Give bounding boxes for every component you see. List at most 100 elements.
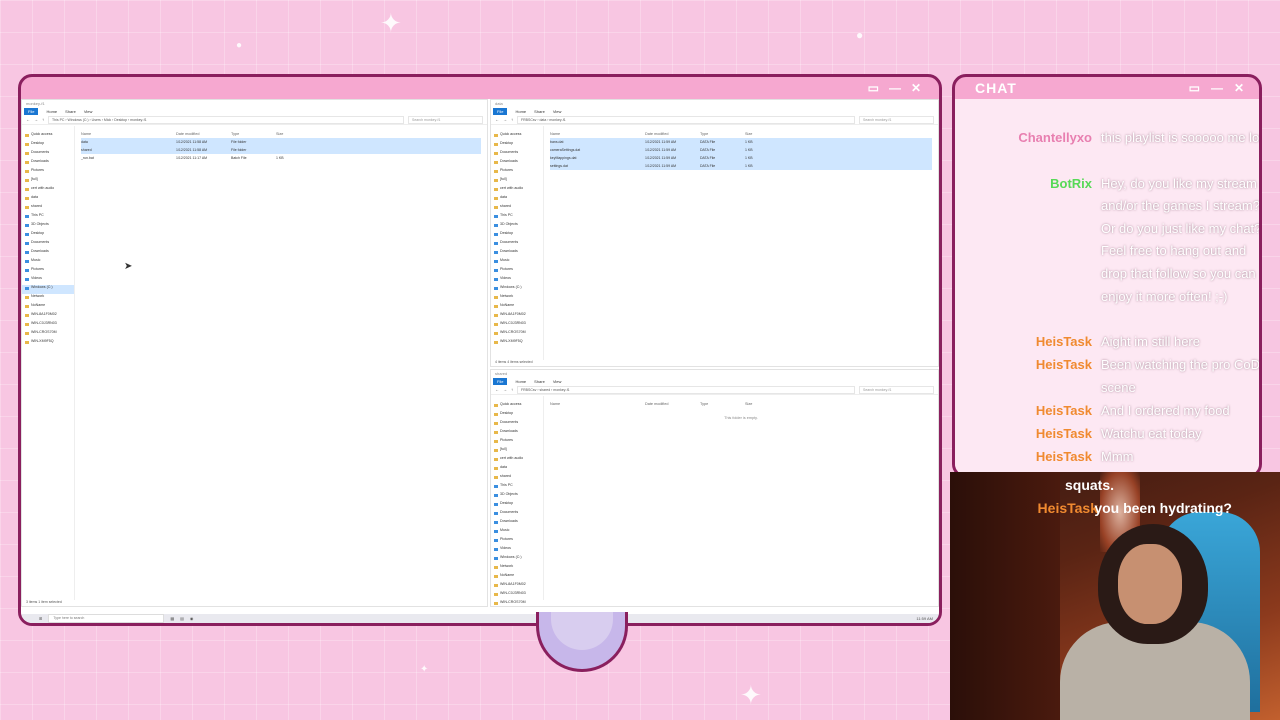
nav-item[interactable]: [full] [491, 447, 543, 456]
nav-item[interactable]: WIN-8A1F0M02 [491, 582, 543, 591]
nav-item[interactable]: cert with audio [22, 186, 74, 195]
nav-item[interactable]: Documents [491, 420, 543, 429]
explorer-window-shared[interactable]: shared File Home Share View ← → ↑ FRBSCs… [490, 369, 939, 607]
nav-item[interactable]: Desktop [22, 231, 74, 240]
nav-item[interactable]: This PC [491, 483, 543, 492]
tab-view[interactable]: View [553, 379, 562, 384]
column-type[interactable]: Type [231, 132, 276, 136]
nav-item[interactable]: Pictures [491, 438, 543, 447]
nav-item[interactable]: Documents [491, 240, 543, 249]
tab-share[interactable]: Share [534, 379, 545, 384]
nav-item[interactable]: Pictures [491, 537, 543, 546]
column-name[interactable]: Name [550, 402, 645, 406]
nav-item[interactable]: data [491, 465, 543, 474]
forward-arrow-icon[interactable]: → [503, 117, 507, 122]
back-arrow-icon[interactable]: ← [26, 117, 30, 122]
file-row[interactable]: settings.dat 1/12/2021 11:59 AM DATA File 1… [550, 162, 932, 170]
tab-share[interactable]: Share [534, 109, 545, 114]
nav-item[interactable]: Music [491, 258, 543, 267]
search-input[interactable]: Search monkey-f1 [859, 115, 934, 124]
nav-item[interactable]: Desktop [22, 141, 74, 150]
nav-item[interactable]: shared [491, 204, 543, 213]
tab-home[interactable]: Home [515, 379, 526, 384]
tab-home[interactable]: Home [46, 109, 57, 114]
nav-item[interactable]: Quick access [491, 132, 543, 141]
nav-item[interactable]: WIN-8A1F0M02 [22, 312, 74, 321]
up-arrow-icon[interactable]: ↑ [511, 387, 513, 392]
explorer-window-left[interactable]: monkey-f1 File Home Share View ← → ↑ Thi… [21, 99, 488, 607]
nav-item[interactable]: shared [491, 474, 543, 483]
file-row[interactable]: bans.dat 1/12/2021 11:59 AM DATA File 1 KB [550, 138, 932, 146]
nav-item[interactable]: cert with audio [491, 456, 543, 465]
nav-item[interactable]: Downloads [491, 159, 543, 168]
nav-item[interactable]: WIN-8A1F0M02 [491, 312, 543, 321]
nav-item[interactable]: WIN-C0J3RN03 [491, 591, 543, 600]
nav-item[interactable]: Pictures [491, 267, 543, 276]
tab-file[interactable]: File [24, 107, 39, 115]
nav-item[interactable]: NoName [491, 573, 543, 582]
search-input[interactable]: Search monkey-f1 [408, 115, 483, 124]
nav-item[interactable]: Network [22, 294, 74, 303]
nav-item[interactable]: [full] [491, 177, 543, 186]
nav-item[interactable]: data [22, 195, 74, 204]
nav-item[interactable]: Documents [491, 510, 543, 519]
nav-item[interactable]: This PC [22, 213, 74, 222]
address-input[interactable]: FRBSCsv › shared › monkey-f1 [517, 385, 855, 394]
nav-item[interactable]: Desktop [491, 501, 543, 510]
explorer-window-data[interactable]: data File Home Share View ← → ↑ FRBSCsv … [490, 99, 939, 367]
nav-item[interactable]: WIN-CROS70M [22, 330, 74, 339]
nav-item[interactable]: Pictures [22, 168, 74, 177]
up-arrow-icon[interactable]: ↑ [42, 117, 44, 122]
nav-item[interactable]: Downloads [491, 249, 543, 258]
column-date[interactable]: Date modified [645, 132, 700, 136]
nav-item[interactable]: WIN-CROS70M [491, 330, 543, 339]
nav-item[interactable]: Quick access [491, 402, 543, 411]
nav-item[interactable]: Music [491, 528, 543, 537]
nav-item[interactable]: WIN-C0J3RN03 [22, 321, 74, 330]
column-date[interactable]: Date modified [176, 132, 231, 136]
forward-arrow-icon[interactable]: → [503, 387, 507, 392]
column-name[interactable]: Name [81, 132, 176, 136]
nav-item[interactable]: Desktop [491, 231, 543, 240]
tab-share[interactable]: Share [65, 109, 76, 114]
nav-item[interactable]: Downloads [491, 519, 543, 528]
nav-item[interactable]: 3D Objects [22, 222, 74, 231]
nav-item[interactable]: Music [22, 258, 74, 267]
tab-view[interactable]: View [553, 109, 562, 114]
nav-item[interactable]: Desktop [491, 411, 543, 420]
column-size[interactable]: Size [745, 402, 775, 406]
up-arrow-icon[interactable]: ↑ [511, 117, 513, 122]
file-explorer-icon[interactable]: ▤ [180, 616, 184, 621]
column-size[interactable]: Size [276, 132, 306, 136]
back-arrow-icon[interactable]: ← [495, 117, 499, 122]
column-type[interactable]: Type [700, 132, 745, 136]
back-arrow-icon[interactable]: ← [495, 387, 499, 392]
nav-item[interactable]: WIN-CROS70M [491, 600, 543, 606]
nav-item[interactable]: Downloads [491, 429, 543, 438]
edge-browser-icon[interactable]: ◉ [190, 616, 194, 621]
tab-file[interactable]: File [493, 377, 508, 385]
address-input[interactable]: This PC › Windows (C:) › Users › Mick › … [48, 115, 404, 124]
file-row[interactable]: keyMappings.dat 1/12/2021 11:59 AM DATA Fi… [550, 154, 932, 162]
nav-item[interactable]: 3D Objects [491, 492, 543, 501]
nav-item[interactable]: [full] [22, 177, 74, 186]
nav-item[interactable]: Desktop [491, 141, 543, 150]
column-date[interactable]: Date modified [645, 402, 700, 406]
nav-item[interactable]: data [491, 195, 543, 204]
nav-item[interactable]: Downloads [22, 159, 74, 168]
file-row[interactable]: cameraSettings.dat 1/12/2021 11:59 AM DATA… [550, 146, 932, 154]
nav-item[interactable]: 3D Objects [491, 222, 543, 231]
nav-item[interactable]: shared [22, 204, 74, 213]
nav-item[interactable]: Windows (C:) [22, 285, 74, 294]
tab-view[interactable]: View [84, 109, 93, 114]
file-row[interactable]: shared 1/12/2021 11:58 AM File folder [81, 146, 481, 154]
nav-item[interactable]: Documents [22, 240, 74, 249]
nav-item[interactable]: Videos [22, 276, 74, 285]
address-input[interactable]: FRBSCsv › data › monkey-f1 [517, 115, 855, 124]
tab-file[interactable]: File [493, 107, 508, 115]
nav-item[interactable]: Videos [491, 546, 543, 555]
windows-start-icon[interactable]: ⊞ [39, 616, 42, 621]
nav-item[interactable]: WIN-C0J3RN03 [491, 321, 543, 330]
nav-item[interactable]: Documents [22, 150, 74, 159]
forward-arrow-icon[interactable]: → [34, 117, 38, 122]
